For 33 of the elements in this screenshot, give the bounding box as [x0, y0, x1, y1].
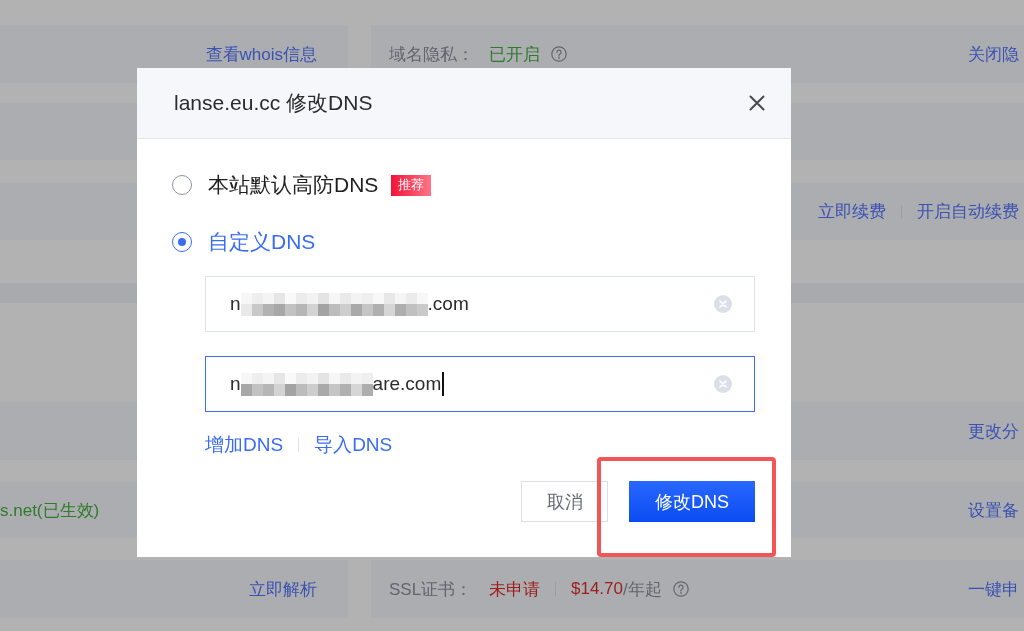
page-link[interactable]: 一键申 — [968, 577, 1019, 601]
page-link[interactable]: 查看whois信息 — [205, 42, 317, 66]
status-text: 已开启 — [489, 43, 540, 66]
dialog-title: lanse.eu.cc 修改DNS — [174, 90, 373, 116]
field-label: 域名隐私： — [389, 43, 475, 66]
cancel-button[interactable]: 取消 — [521, 481, 608, 522]
input-field[interactable]: n are.com — [205, 356, 755, 412]
dns-action-link[interactable]: 导入DNS — [314, 432, 393, 458]
field-label: SSL证书： — [389, 578, 474, 601]
page-link[interactable]: 更改分 — [968, 419, 1019, 443]
radio-button[interactable] — [172, 232, 192, 252]
page-link[interactable]: 立即续费 — [818, 200, 886, 223]
field-label: /年起 — [623, 578, 662, 601]
status-text: $14.70 — [571, 579, 623, 599]
help-icon[interactable] — [672, 581, 689, 597]
input-field[interactable]: n .com — [205, 276, 755, 332]
recommend-tag: 推荐 — [391, 174, 432, 196]
page-link[interactable]: 立即解析 — [249, 577, 317, 601]
dns-action-link[interactable]: 增加DNS — [205, 432, 284, 458]
page-link[interactable]: 开启自动续费 — [917, 200, 1019, 223]
status-text: 未申请 — [489, 578, 540, 601]
text-cursor — [442, 372, 445, 396]
radio-label[interactable]: 本站默认高防DNS — [208, 171, 379, 199]
radio-label[interactable]: 自定义DNS — [208, 228, 316, 256]
radio-button[interactable] — [172, 175, 192, 195]
close-icon[interactable] — [749, 95, 765, 111]
clear-icon[interactable] — [714, 295, 732, 313]
clear-icon[interactable] — [714, 375, 732, 393]
status-text: s.net(已生效) — [0, 499, 100, 522]
page-link[interactable]: 设置备 — [968, 498, 1019, 522]
page-link[interactable]: 关闭隐 — [968, 42, 1019, 66]
help-icon[interactable] — [551, 46, 567, 62]
confirm-button[interactable]: 修改DNS — [629, 481, 755, 522]
